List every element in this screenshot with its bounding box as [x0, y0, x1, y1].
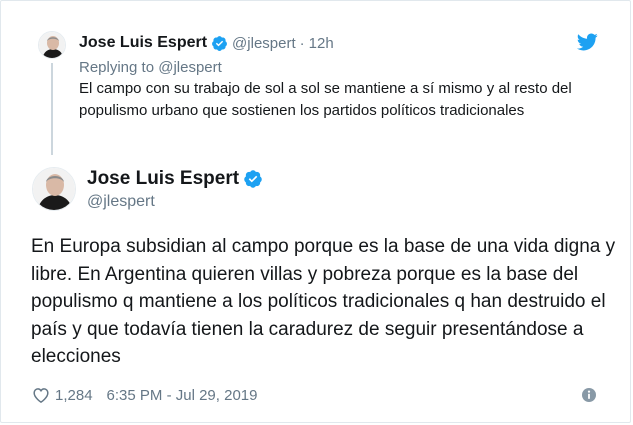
heart-icon[interactable]	[31, 385, 51, 405]
author-avatar[interactable]	[32, 167, 76, 211]
like-count[interactable]: 1,284	[55, 387, 93, 404]
thread-connector-line	[51, 63, 53, 155]
verified-badge-icon	[243, 169, 263, 189]
parent-author-handle[interactable]: @jlespert	[232, 35, 296, 52]
parent-avatar[interactable]	[38, 31, 66, 59]
replying-to-label[interactable]: Replying to @jlespert	[79, 59, 222, 76]
tweet-footer: 1,284 6:35 PM - Jul 29, 2019	[31, 383, 257, 407]
author-handle[interactable]: @jlespert	[87, 193, 155, 211]
tweet-text: En Europa subsidian al campo porque es l…	[31, 236, 616, 367]
profile-photo-icon	[39, 32, 65, 58]
tweet-embed-card: Jose Luis Espert @jlespert · 12h Replyin…	[0, 0, 631, 423]
twitter-bird-icon[interactable]	[576, 31, 598, 53]
verified-badge-icon	[211, 35, 228, 52]
profile-photo-icon	[33, 168, 75, 210]
tweet-timestamp[interactable]: 6:35 PM - Jul 29, 2019	[107, 387, 258, 404]
author-name[interactable]: Jose Luis Espert	[87, 168, 239, 190]
parent-tweet-text: El campo con su trabajo de sol a sol se …	[79, 80, 572, 119]
parent-tweet-header: Jose Luis Espert @jlespert · 12h	[79, 33, 334, 53]
info-icon[interactable]	[581, 387, 597, 403]
parent-author-name[interactable]: Jose Luis Espert	[79, 34, 207, 52]
separator-dot: ·	[299, 34, 305, 52]
parent-tweet-time[interactable]: 12h	[309, 35, 334, 52]
author-header: Jose Luis Espert	[87, 168, 263, 190]
